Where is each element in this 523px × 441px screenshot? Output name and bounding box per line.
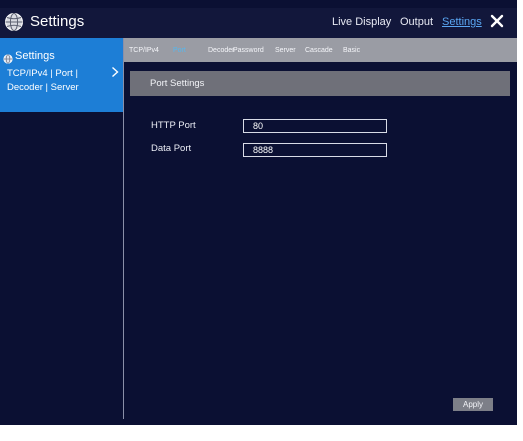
tab-basic[interactable]: Basic — [343, 46, 360, 55]
chevron-right-icon — [111, 65, 119, 78]
top-bar: Settings Live Display Output Settings — [0, 8, 517, 38]
sidebar-subitems-line1: TCP/IPv4 | Port | — [7, 68, 78, 79]
settings-window: Settings Live Display Output Settings Se… — [0, 0, 517, 425]
sidebar-divider — [123, 38, 124, 419]
sidebar-heading: Settings — [15, 50, 55, 62]
settings-globe-icon — [4, 12, 24, 32]
app-title: Settings — [30, 13, 85, 30]
tab-password[interactable]: Password — [233, 46, 264, 55]
tab-server[interactable]: Server — [275, 46, 296, 55]
nav-settings[interactable]: Settings — [442, 15, 482, 29]
data-port-label: Data Port — [151, 143, 192, 154]
http-port-input[interactable] — [243, 119, 387, 133]
data-port-input[interactable] — [243, 143, 387, 157]
tab-strip: TCP/IPv4 Port Decoder Password Server Ca… — [124, 38, 517, 62]
http-port-label: HTTP Port — [151, 120, 196, 131]
close-icon[interactable] — [489, 13, 505, 29]
section-header: Port Settings — [130, 71, 510, 96]
tab-tcp-ipv4[interactable]: TCP/IPv4 — [129, 46, 159, 55]
apply-button[interactable]: Apply — [453, 398, 493, 411]
nav-output[interactable]: Output — [400, 15, 433, 29]
tab-cascade[interactable]: Cascade — [305, 46, 333, 55]
section-title: Port Settings — [150, 78, 205, 89]
tab-decoder[interactable]: Decoder — [208, 46, 234, 55]
nav-live-display[interactable]: Live Display — [332, 15, 391, 29]
gear-icon — [3, 51, 13, 64]
sidebar-item-settings[interactable]: Settings TCP/IPv4 | Port | Decoder | Ser… — [0, 38, 123, 112]
tab-port[interactable]: Port — [173, 46, 186, 55]
sidebar-subitems-line2: Decoder | Server — [7, 82, 79, 93]
